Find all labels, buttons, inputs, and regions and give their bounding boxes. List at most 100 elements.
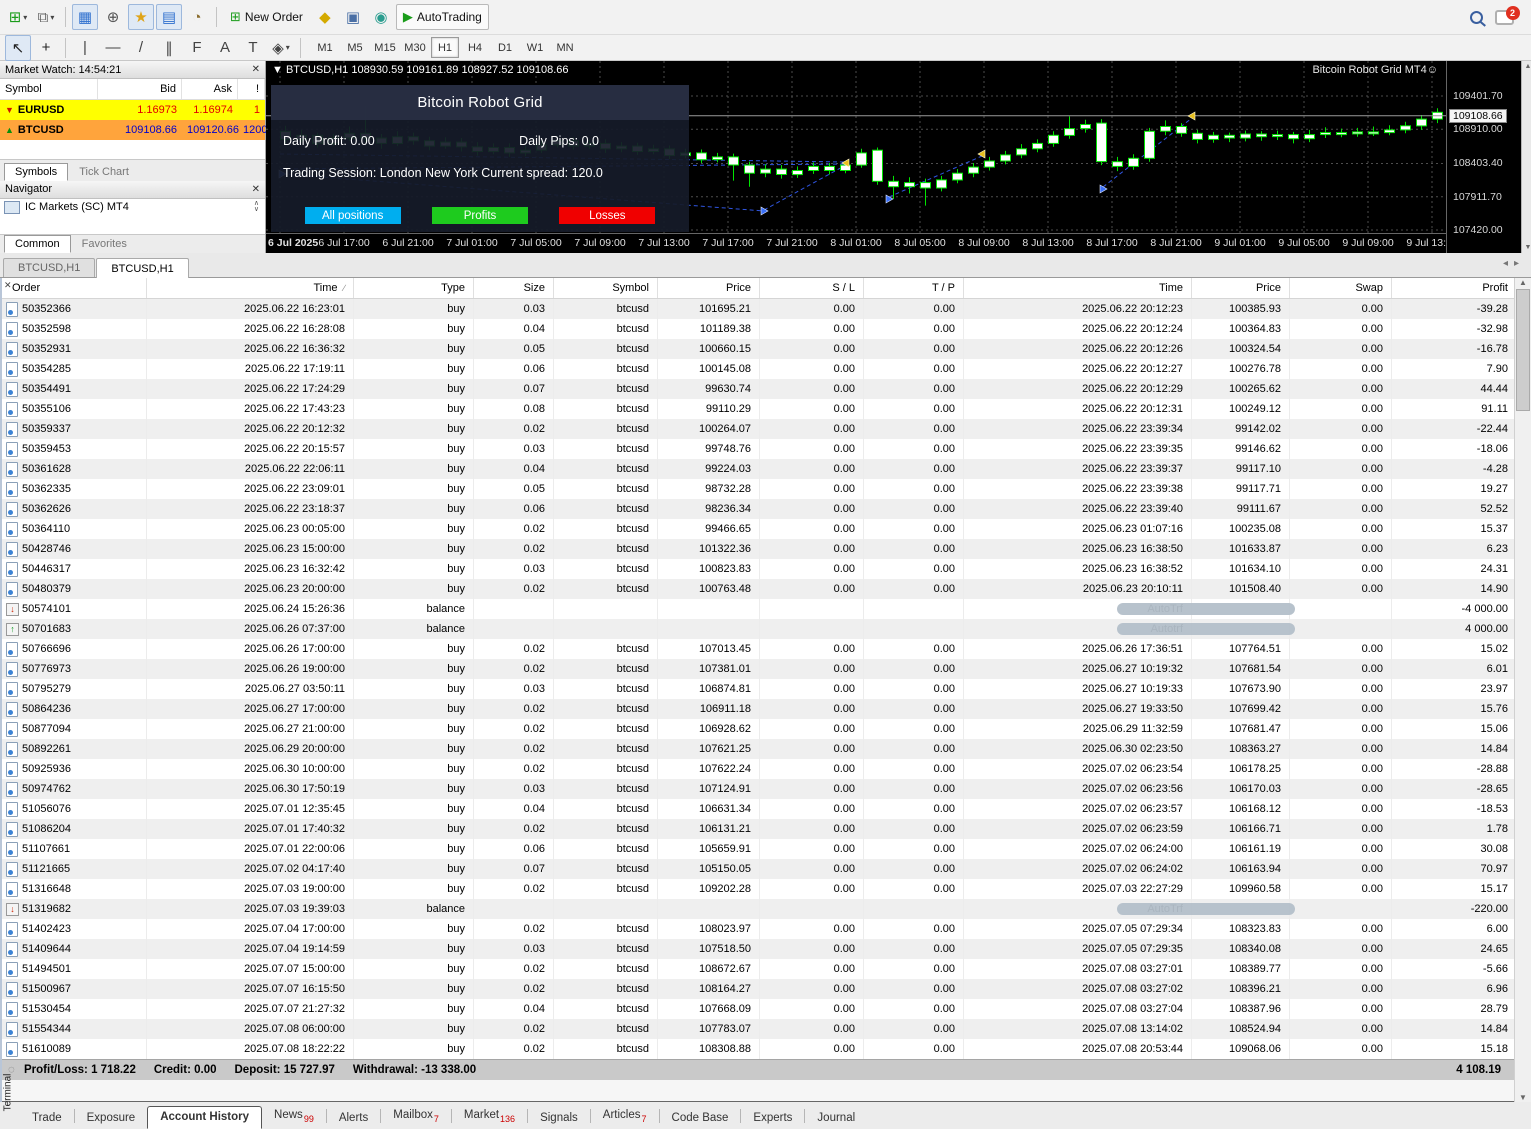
terminal-tab-market[interactable]: Market 136 — [452, 1105, 527, 1129]
terminal-tab-trade[interactable]: Trade — [20, 1108, 74, 1129]
chart-tab-2[interactable]: BTCUSD,H1 — [96, 258, 189, 278]
chart-window[interactable]: ▼ BTCUSD,H1 108930.59 109161.89 108927.5… — [266, 61, 1531, 253]
overlay-button-all-positions[interactable]: All positions — [304, 207, 401, 224]
table-row[interactable]: 51530454 2025.07.07 21:27:32 buy 0.04 btcusd… — [2, 999, 1531, 1019]
scrollbar-thumb[interactable] — [1516, 289, 1530, 411]
table-row[interactable]: 50352598 2025.06.22 16:28:08 buy 0.04 btcusd… — [2, 319, 1531, 339]
column-header-type[interactable]: Type — [354, 278, 474, 298]
column-header-time[interactable]: Time ∕ — [147, 278, 354, 298]
market-watch-toggle-icon[interactable]: ▦ — [72, 4, 98, 30]
timeframe-m1[interactable]: M1 — [311, 37, 339, 58]
timeframe-m5[interactable]: M5 — [341, 37, 369, 58]
tab-favorites[interactable]: Favorites — [71, 235, 138, 253]
strategy-tester-icon[interactable]: ◔ — [184, 4, 210, 30]
terminal-tab-journal[interactable]: Journal — [805, 1108, 867, 1129]
table-row[interactable]: 51554344 2025.07.08 06:00:00 buy 0.02 btcusd… — [2, 1019, 1531, 1039]
cursor-icon[interactable]: ↖ — [5, 34, 31, 61]
market-watch-row-eurusd[interactable]: ▼ EURUSD 1.16973 1.16974 1 — [0, 100, 265, 120]
terminal-tab-news[interactable]: News 99 — [262, 1105, 326, 1129]
terminal-tab-account-history[interactable]: Account History — [147, 1106, 263, 1129]
timeframe-h4[interactable]: H4 — [461, 37, 489, 58]
vertical-line-icon[interactable]: | — [72, 35, 98, 61]
mql-community-icon[interactable]: ▣ — [340, 4, 366, 30]
column-header-size[interactable]: Size — [474, 278, 554, 298]
terminal-tab-code-base[interactable]: Code Base — [660, 1108, 741, 1129]
new-order-button[interactable]: ⊞ New Order — [223, 4, 310, 30]
table-row[interactable]: 50701683↑2025.06.26 07:37:00balanceAutot… — [2, 619, 1531, 639]
table-row[interactable]: 50362626 2025.06.22 23:18:37 buy 0.06 btcusd… — [2, 499, 1531, 519]
table-row[interactable]: 50359453 2025.06.22 20:15:57 buy 0.03 btcusd… — [2, 439, 1531, 459]
market-watch-close-icon[interactable]: ✕ — [252, 64, 260, 75]
chart-scrollbar[interactable]: ▲ ▼ — [1521, 61, 1531, 253]
chart-tab-scroll-icons[interactable]: ◂▸ — [1503, 258, 1525, 269]
table-row[interactable]: 51409644 2025.07.04 19:14:59 buy 0.03 btcusd… — [2, 939, 1531, 959]
table-row[interactable]: 50352931 2025.06.22 16:36:32 buy 0.05 btcusd… — [2, 339, 1531, 359]
table-row[interactable]: 50364110 2025.06.23 00:05:00 buy 0.02 btcusd… — [2, 519, 1531, 539]
table-row[interactable]: 50355106 2025.06.22 17:43:23 buy 0.08 btcusd… — [2, 399, 1531, 419]
terminal-tab-experts[interactable]: Experts — [741, 1108, 804, 1129]
column-header-profit[interactable]: Profit — [1392, 278, 1517, 298]
search-icon[interactable] — [1463, 4, 1489, 30]
terminal-tab-alerts[interactable]: Alerts — [327, 1108, 380, 1129]
trendline-icon[interactable]: / — [128, 35, 154, 61]
column-header-price[interactable]: Price — [658, 278, 760, 298]
table-row[interactable]: 50352366 2025.06.22 16:23:01 buy 0.03 btcusd… — [2, 299, 1531, 319]
navigator-toggle-icon[interactable]: ★ — [128, 4, 154, 30]
table-row[interactable]: 50877094 2025.06.27 21:00:00 buy 0.02 btcusd… — [2, 719, 1531, 739]
table-row[interactable]: 50766696 2025.06.26 17:00:00 buy 0.02 btcusd… — [2, 639, 1531, 659]
terminal-tab-signals[interactable]: Signals — [528, 1108, 590, 1129]
profiles-icon[interactable]: ⧉ ▾ — [33, 4, 59, 30]
table-row[interactable]: 51086204 2025.07.01 17:40:32 buy 0.02 btcusd… — [2, 819, 1531, 839]
table-row[interactable]: 50361628 2025.06.22 22:06:11 buy 0.04 btcusd… — [2, 459, 1531, 479]
table-row[interactable]: 51056076 2025.07.01 12:35:45 buy 0.04 btcusd… — [2, 799, 1531, 819]
column-header-swap[interactable]: Swap — [1290, 278, 1392, 298]
table-row[interactable]: 51494501 2025.07.07 15:00:00 buy 0.02 btcusd… — [2, 959, 1531, 979]
table-row[interactable]: 51121665 2025.07.02 04:17:40 buy 0.07 btcusd… — [2, 859, 1531, 879]
terminal-tab-exposure[interactable]: Exposure — [75, 1108, 148, 1129]
tab-tick-chart[interactable]: Tick Chart — [68, 163, 140, 181]
terminal-toggle-icon[interactable]: ▤ — [156, 4, 182, 30]
overlay-button-losses[interactable]: Losses — [559, 207, 656, 224]
signals-icon[interactable]: ◉ — [368, 4, 394, 30]
table-row[interactable]: 50974762 2025.06.30 17:50:19 buy 0.03 btcusd… — [2, 779, 1531, 799]
table-row[interactable]: 50359337 2025.06.22 20:12:32 buy 0.02 btcusd… — [2, 419, 1531, 439]
timeframe-m30[interactable]: M30 — [401, 37, 429, 58]
table-row[interactable]: 51319682↓2025.07.03 19:39:03balanceAutoT… — [2, 899, 1531, 919]
notifications-icon[interactable]: 2 — [1491, 4, 1520, 30]
market-watch-row-btcusd[interactable]: ▲ BTCUSD 109108.66 109120.66 1200 — [0, 120, 267, 140]
tab-common[interactable]: Common — [4, 235, 71, 253]
table-row[interactable]: 50354285 2025.06.22 17:19:11 buy 0.06 btcusd… — [2, 359, 1531, 379]
channel-icon[interactable]: ∥ — [156, 35, 182, 61]
table-row[interactable]: 50354491 2025.06.22 17:24:29 buy 0.07 btcusd… — [2, 379, 1531, 399]
terminal-scrollbar[interactable]: ▲ ▼ — [1514, 278, 1531, 1102]
table-row[interactable]: 51107661 2025.07.01 22:00:06 buy 0.06 btcusd… — [2, 839, 1531, 859]
terminal-tab-articles[interactable]: Articles 7 — [591, 1105, 659, 1129]
column-header-s-l[interactable]: S / L — [760, 278, 864, 298]
table-row[interactable]: 50446317 2025.06.23 16:32:42 buy 0.03 btcusd… — [2, 559, 1531, 579]
data-window-icon[interactable]: ⊕ — [100, 4, 126, 30]
autotrading-button[interactable]: ▶ AutoTrading — [395, 4, 489, 30]
crosshair-icon[interactable]: + — [33, 35, 59, 61]
navigator-close-icon[interactable]: ✕ — [252, 184, 260, 195]
overlay-button-profits[interactable]: Profits — [431, 207, 528, 224]
timeframe-w1[interactable]: W1 — [521, 37, 549, 58]
text-icon[interactable]: A — [212, 35, 238, 61]
table-row[interactable]: 50574101↓2025.06.24 15:26:36balanceAutoT… — [2, 599, 1531, 619]
column-header-price[interactable]: Price — [1192, 278, 1290, 298]
table-row[interactable]: 50892261 2025.06.29 20:00:00 buy 0.02 btcusd… — [2, 739, 1531, 759]
terminal-close-icon[interactable]: ✕ — [4, 280, 12, 291]
metaeditor-icon[interactable]: ◆ — [312, 4, 338, 30]
table-row[interactable]: 50362335 2025.06.22 23:09:01 buy 0.05 btcusd… — [2, 479, 1531, 499]
fibonacci-icon[interactable]: F — [184, 35, 210, 61]
table-row[interactable]: 50776973 2025.06.26 19:00:00 buy 0.02 btcusd… — [2, 659, 1531, 679]
navigator-scroll-icons[interactable]: ∧ ∨ — [254, 200, 261, 213]
text-label-icon[interactable]: T — [240, 35, 266, 61]
new-chart-icon[interactable]: ⊞ ▾ — [5, 4, 31, 30]
arrows-icon[interactable]: ◈ ▾ — [268, 35, 294, 61]
table-row[interactable]: 50428746 2025.06.23 15:00:00 buy 0.02 btcusd… — [2, 539, 1531, 559]
timeframe-mn[interactable]: MN — [551, 37, 579, 58]
column-header-t-p[interactable]: T / P — [864, 278, 964, 298]
table-row[interactable]: 51316648 2025.07.03 19:00:00 buy 0.02 btcusd… — [2, 879, 1531, 899]
table-row[interactable]: 51500967 2025.07.07 16:15:50 buy 0.02 btcusd… — [2, 979, 1531, 999]
table-row[interactable]: 50864236 2025.06.27 17:00:00 buy 0.02 btcusd… — [2, 699, 1531, 719]
